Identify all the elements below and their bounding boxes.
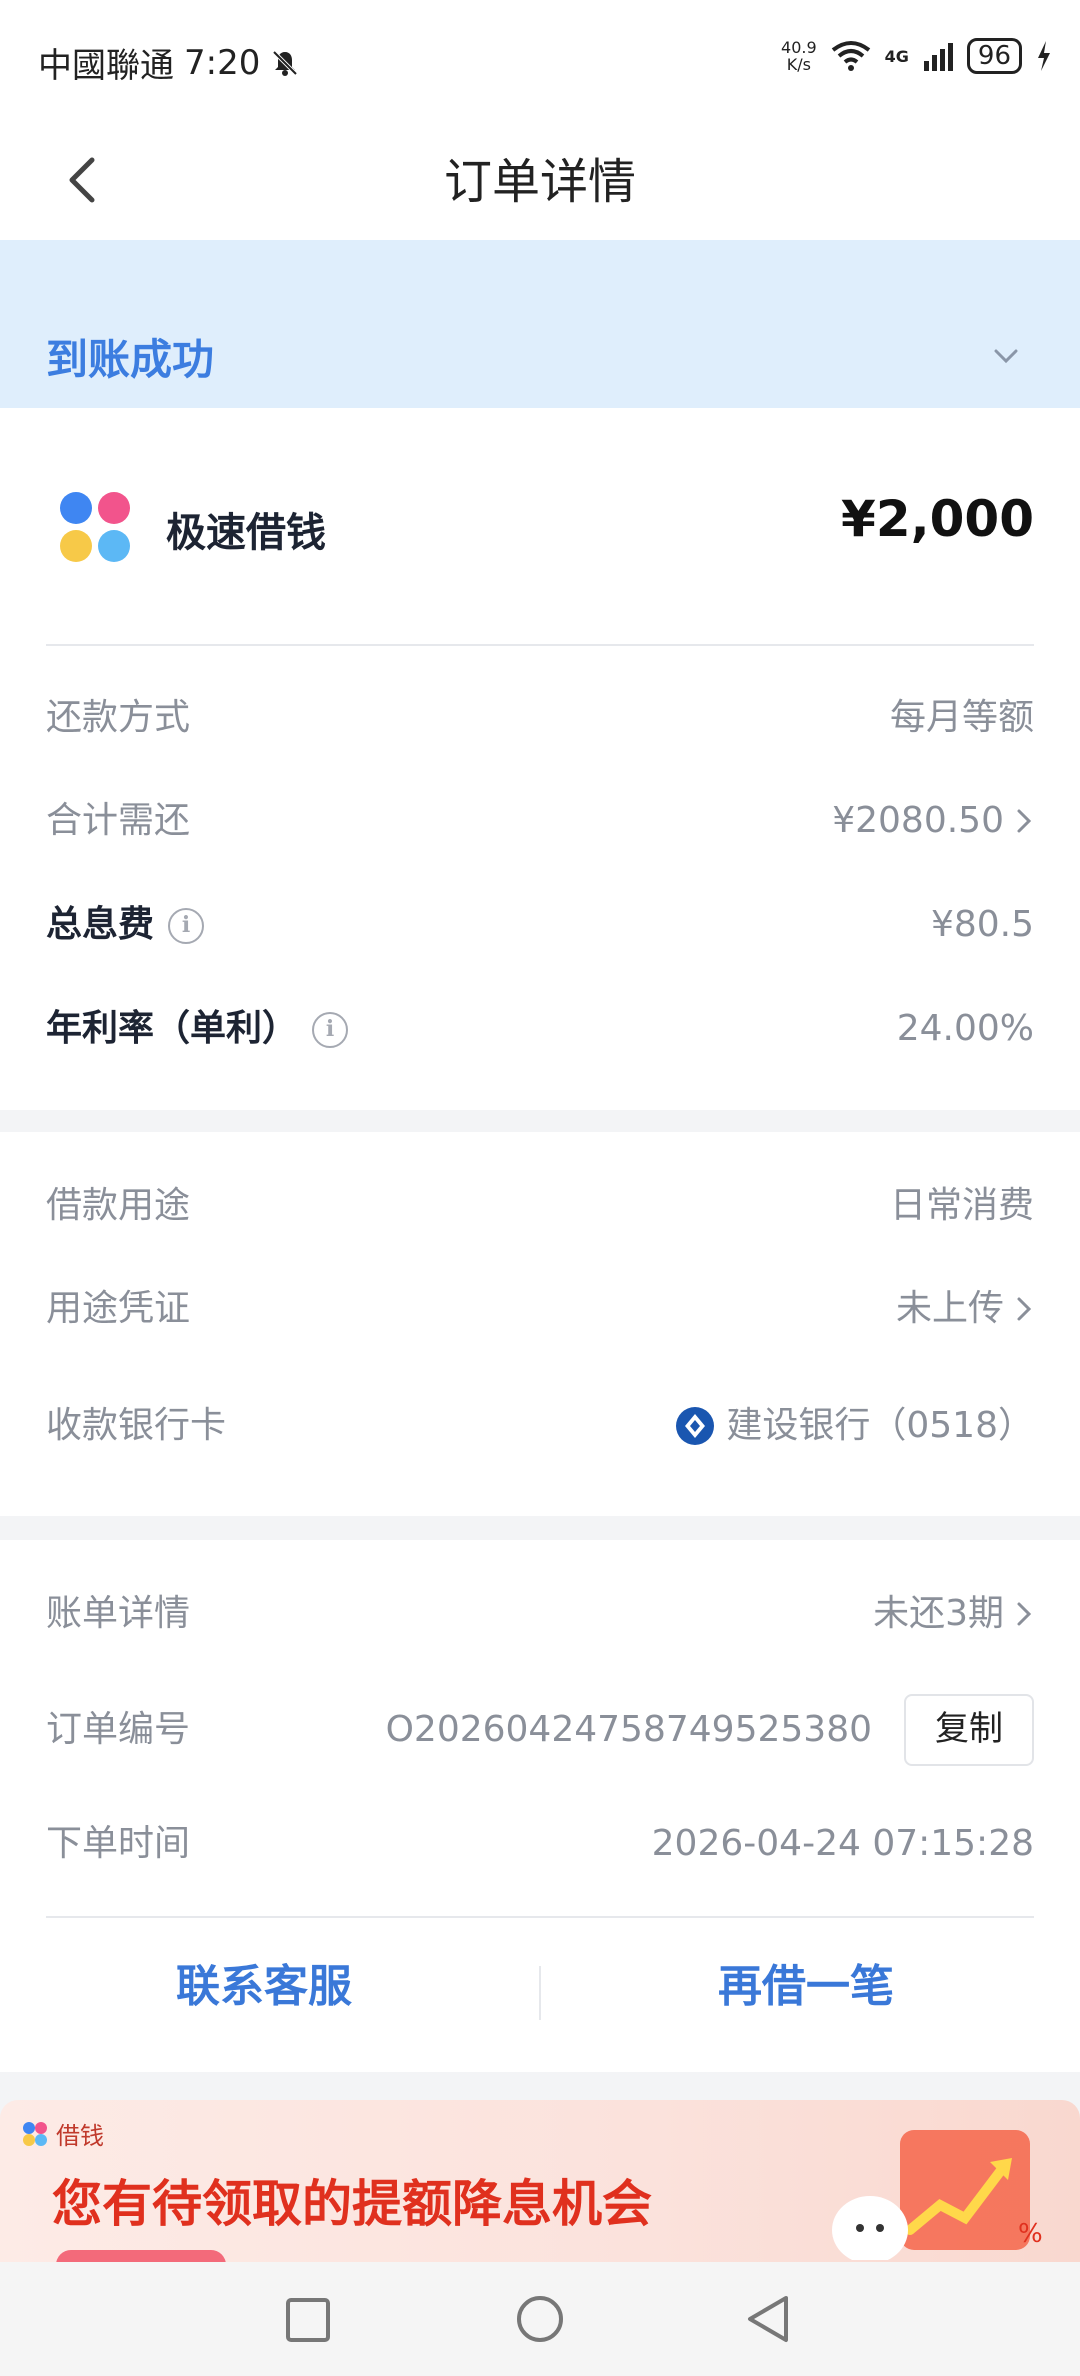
battery-indicator: 96 xyxy=(966,38,1022,74)
chevron-right-icon xyxy=(1017,809,1032,833)
loan-info-card: 借款用途 日常消费 用途凭证 未上传 收款银行卡 建设银行（0518） xyxy=(0,1132,1080,1516)
info-icon[interactable]: i xyxy=(168,908,205,944)
row-repay-method: 还款方式 每月等额 xyxy=(46,688,1034,748)
row-purpose-proof[interactable]: 用途凭证 未上传 xyxy=(46,1279,1034,1339)
row-bank-card: 收款银行卡 建设银行（0518） xyxy=(46,1396,1034,1456)
info-icon[interactable]: i xyxy=(312,1012,349,1048)
svg-text:%: % xyxy=(1018,2219,1043,2249)
network-speed: 40.9 K/s xyxy=(781,39,817,73)
order-no-value-group: O20260424758749525380 复制 xyxy=(386,1694,1034,1766)
chevron-down-icon[interactable] xyxy=(988,338,1024,374)
recent-apps-icon[interactable] xyxy=(284,2296,332,2344)
promo-tag-text: 借钱 xyxy=(56,2122,104,2150)
product-name: 极速借钱 xyxy=(166,510,326,556)
interest-label: 总息费 xyxy=(46,904,155,945)
copy-button[interactable]: 复制 xyxy=(904,1694,1034,1766)
row-order-number: 订单编号 O20260424758749525380 复制 xyxy=(46,1694,1034,1766)
interest-label-group: 总息费 i xyxy=(46,895,205,955)
purpose-value: 日常消费 xyxy=(889,1185,1034,1226)
back-triangle-icon[interactable] xyxy=(744,2294,792,2344)
time-value: 2026-04-24 07:15:28 xyxy=(651,1823,1034,1864)
rate-label-group: 年利率（单利） i xyxy=(46,999,349,1059)
purpose-label: 借款用途 xyxy=(46,1185,191,1226)
row-order-time: 下单时间 2026-04-24 07:15:28 xyxy=(46,1814,1034,1874)
row-interest: 总息费 i ¥80.5 xyxy=(46,895,1034,955)
borrow-again-button[interactable]: 再借一笔 xyxy=(718,1950,894,2014)
bill-label: 账单详情 xyxy=(46,1593,191,1634)
row-purpose: 借款用途 日常消费 xyxy=(46,1176,1034,1236)
contact-service-button[interactable]: 联系客服 xyxy=(176,1950,352,2014)
total-repay-value: ¥2080.50 xyxy=(832,800,1004,841)
loan-amount: ¥2,000 xyxy=(841,490,1034,548)
bill-value-group: 未还3期 xyxy=(873,1584,1034,1644)
time-label: 下单时间 xyxy=(46,1823,191,1864)
promo-headline: 您有待领取的提额降息机会 xyxy=(52,2175,652,2233)
total-repay-value-group: ¥2080.50 xyxy=(832,791,1034,851)
status-bar: 中國聯通 7:20 40.9 K/s 4G 96 xyxy=(0,0,1080,120)
proof-label: 用途凭证 xyxy=(46,1288,191,1329)
mute-bell-icon xyxy=(272,50,298,76)
system-nav-bar xyxy=(0,2262,1080,2376)
product-logo-icon xyxy=(60,492,130,562)
total-repay-label: 合计需还 xyxy=(46,800,191,841)
promo-button-hint[interactable] xyxy=(56,2250,226,2262)
order-info-card: 账单详情 未还3期 订单编号 O20260424758749525380 复制 … xyxy=(0,1540,1080,2072)
loan-summary-card: 极速借钱 ¥2,000 还款方式 每月等额 合计需还 ¥2080.50 总息费 i… xyxy=(0,408,1080,1110)
signal-icon xyxy=(923,43,953,71)
action-separator xyxy=(539,1966,541,2020)
bank-card-value-group: 建设银行（0518） xyxy=(674,1396,1034,1456)
promo-tag: 借钱 xyxy=(22,2116,104,2151)
divider xyxy=(46,1916,1034,1918)
ccb-bank-icon xyxy=(676,1407,715,1445)
speed-value: 40.9 xyxy=(781,38,817,57)
interest-value: ¥80.5 xyxy=(930,904,1034,945)
order-no-label: 订单编号 xyxy=(46,1709,191,1750)
chevron-right-icon xyxy=(1017,1297,1032,1321)
charging-icon xyxy=(1038,41,1050,71)
home-icon[interactable] xyxy=(515,2294,565,2344)
page-title: 订单详情 xyxy=(443,154,636,210)
growth-chart-icon: % xyxy=(832,2130,1043,2260)
nav-bar: 订单详情 xyxy=(0,120,1080,240)
row-annual-rate: 年利率（单利） i 24.00% xyxy=(46,999,1034,1059)
status-right: 40.9 K/s 4G 96 xyxy=(781,38,1052,74)
banner-status-text: 到账成功 xyxy=(46,335,215,384)
rate-value: 24.00% xyxy=(896,1008,1034,1049)
divider xyxy=(46,644,1034,646)
status-banner[interactable]: 到账成功 xyxy=(0,240,1080,408)
clock: 7:20 xyxy=(184,42,261,83)
wifi-icon xyxy=(831,41,870,71)
chevron-right-icon xyxy=(1017,1602,1032,1626)
proof-value: 未上传 xyxy=(895,1288,1004,1329)
bank-card-label: 收款银行卡 xyxy=(46,1405,227,1446)
rate-label: 年利率（单利） xyxy=(46,1008,299,1049)
network-type: 4G xyxy=(884,46,909,66)
carrier-name: 中國聯通 xyxy=(38,46,174,86)
repay-method-value: 每月等额 xyxy=(889,697,1034,738)
proof-value-group: 未上传 xyxy=(896,1279,1034,1339)
bank-card-value: 建设银行（0518） xyxy=(726,1405,1034,1446)
bill-value: 未还3期 xyxy=(873,1593,1004,1634)
status-left: 中國聯通 7:20 xyxy=(38,38,300,87)
promo-banner[interactable]: 借钱 您有待领取的提额降息机会 % xyxy=(0,2100,1080,2262)
row-bill-detail[interactable]: 账单详情 未还3期 xyxy=(46,1584,1034,1644)
speed-unit: K/s xyxy=(786,55,811,74)
repay-method-label: 还款方式 xyxy=(46,697,191,738)
product-logo-icon xyxy=(23,2121,47,2146)
order-no-value: O20260424758749525380 xyxy=(385,1709,872,1750)
row-total-repay[interactable]: 合计需还 ¥2080.50 xyxy=(46,791,1034,851)
